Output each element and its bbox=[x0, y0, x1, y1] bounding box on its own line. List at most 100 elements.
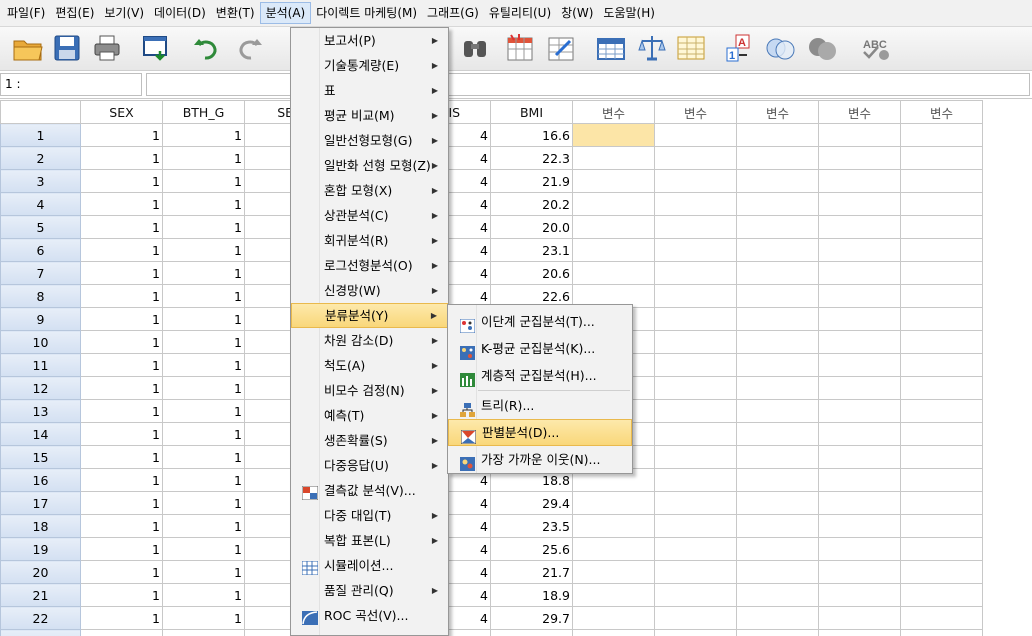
cell-empty[interactable] bbox=[736, 606, 819, 630]
cell-sex[interactable]: 1 bbox=[80, 560, 163, 584]
cell-sex[interactable]: 1 bbox=[80, 307, 163, 331]
cell-empty[interactable] bbox=[818, 307, 901, 331]
cell-empty[interactable] bbox=[818, 215, 901, 239]
cell-empty[interactable] bbox=[572, 514, 655, 538]
cell-empty[interactable] bbox=[818, 468, 901, 492]
cell-empty[interactable] bbox=[818, 284, 901, 308]
cell-bth-g[interactable]: 1 bbox=[162, 468, 245, 492]
menu-8[interactable]: 유틸리티(U) bbox=[484, 2, 556, 24]
cell-bmi[interactable]: 29.7 bbox=[490, 606, 573, 630]
classify-menu-item[interactable]: 판별분석(D)... bbox=[448, 419, 632, 446]
cell-empty[interactable] bbox=[736, 560, 819, 584]
cell-bth-g[interactable]: 1 bbox=[162, 560, 245, 584]
cell-empty[interactable] bbox=[818, 422, 901, 446]
cell-empty[interactable] bbox=[654, 330, 737, 354]
cell-empty[interactable] bbox=[736, 468, 819, 492]
row-header[interactable]: 11 bbox=[0, 353, 81, 377]
menu-3[interactable]: 데이터(D) bbox=[149, 2, 211, 24]
weight-cases-icon[interactable] bbox=[637, 33, 667, 63]
cell-empty[interactable] bbox=[736, 583, 819, 607]
insert-cases-icon[interactable] bbox=[505, 33, 535, 63]
analyze-menu-item[interactable]: 상관분석(C) ▶ bbox=[291, 203, 448, 228]
cell-empty[interactable] bbox=[900, 468, 983, 492]
cell-empty[interactable] bbox=[900, 422, 983, 446]
cell-bmi[interactable]: 25.6 bbox=[490, 537, 573, 561]
cell-empty[interactable] bbox=[736, 169, 819, 193]
row-header[interactable]: 6 bbox=[0, 238, 81, 262]
column-header[interactable]: BTH_G bbox=[162, 100, 245, 124]
cell-bth-g[interactable]: 1 bbox=[162, 215, 245, 239]
analyze-menu-item[interactable]: 척도(A) ▶ bbox=[291, 353, 448, 378]
row-header[interactable]: 9 bbox=[0, 307, 81, 331]
menu-9[interactable]: 창(W) bbox=[556, 2, 598, 24]
cell-empty[interactable] bbox=[654, 261, 737, 285]
cell-empty[interactable] bbox=[736, 146, 819, 170]
cell-bth-g[interactable]: 1 bbox=[162, 123, 245, 147]
cell-empty[interactable] bbox=[818, 192, 901, 216]
cell-empty[interactable] bbox=[654, 445, 737, 469]
analyze-menu-item[interactable]: 평균 비교(M) ▶ bbox=[291, 103, 448, 128]
cell-empty[interactable] bbox=[572, 215, 655, 239]
cell-bth-g[interactable]: 1 bbox=[162, 238, 245, 262]
cell-sex[interactable]: 1 bbox=[80, 422, 163, 446]
cell-sex[interactable]: 1 bbox=[80, 583, 163, 607]
cell-empty[interactable] bbox=[818, 629, 901, 636]
cell-empty[interactable] bbox=[736, 491, 819, 515]
analyze-menu-item[interactable]: 비모수 검정(N) ▶ bbox=[291, 378, 448, 403]
row-header[interactable]: 2 bbox=[0, 146, 81, 170]
menu-1[interactable]: 편집(E) bbox=[50, 2, 99, 24]
cell-empty[interactable] bbox=[654, 215, 737, 239]
row-header[interactable]: 20 bbox=[0, 560, 81, 584]
cell-empty[interactable] bbox=[654, 307, 737, 331]
cell-empty[interactable] bbox=[900, 537, 983, 561]
cell-empty[interactable] bbox=[818, 376, 901, 400]
analyze-menu-item[interactable]: 기술통계량(E) ▶ bbox=[291, 53, 448, 78]
cell-empty[interactable] bbox=[818, 537, 901, 561]
cell-empty[interactable] bbox=[654, 514, 737, 538]
cell-empty[interactable] bbox=[900, 284, 983, 308]
use-variable-sets-icon[interactable] bbox=[765, 33, 795, 63]
row-header[interactable]: 12 bbox=[0, 376, 81, 400]
cell-bth-g[interactable]: 1 bbox=[162, 491, 245, 515]
analyze-menu-item[interactable]: 표 ▶ bbox=[291, 78, 448, 103]
cell-empty[interactable] bbox=[818, 330, 901, 354]
cell-bth-g[interactable]: 1 bbox=[162, 399, 245, 423]
cell-empty[interactable] bbox=[900, 445, 983, 469]
analyze-menu-item[interactable]: 다중응답(U) ▶ bbox=[291, 453, 448, 478]
row-header[interactable]: 19 bbox=[0, 537, 81, 561]
cell-empty[interactable] bbox=[736, 376, 819, 400]
analyze-menu-item[interactable]: 신경망(W) ▶ bbox=[291, 278, 448, 303]
cell-empty[interactable] bbox=[900, 491, 983, 515]
cell-empty[interactable] bbox=[818, 560, 901, 584]
column-header[interactable]: 변수 bbox=[572, 100, 655, 124]
column-header[interactable]: 변수 bbox=[900, 100, 983, 124]
cell-bmi[interactable]: 23.1 bbox=[490, 238, 573, 262]
cell-bmi[interactable]: 29.4 bbox=[490, 491, 573, 515]
cell-empty[interactable] bbox=[80, 629, 163, 636]
cell-empty[interactable] bbox=[900, 583, 983, 607]
redo-icon[interactable] bbox=[234, 33, 264, 63]
cell-empty[interactable] bbox=[900, 376, 983, 400]
cell-bth-g[interactable]: 1 bbox=[162, 330, 245, 354]
cell-empty[interactable] bbox=[818, 606, 901, 630]
cell-empty[interactable] bbox=[654, 376, 737, 400]
column-header[interactable]: 변수 bbox=[654, 100, 737, 124]
cell-empty[interactable] bbox=[818, 514, 901, 538]
row-header[interactable]: 5 bbox=[0, 215, 81, 239]
cell-empty[interactable] bbox=[654, 146, 737, 170]
row-header[interactable]: 13 bbox=[0, 399, 81, 423]
show-all-variables-icon[interactable] bbox=[807, 33, 837, 63]
cell-empty[interactable] bbox=[162, 629, 245, 636]
menu-7[interactable]: 그래프(G) bbox=[422, 2, 484, 24]
analyze-menu-item[interactable]: 다중 대입(T) ▶ bbox=[291, 503, 448, 528]
cell-bth-g[interactable]: 1 bbox=[162, 353, 245, 377]
cell-bmi[interactable]: 20.6 bbox=[490, 261, 573, 285]
cell-empty[interactable] bbox=[572, 583, 655, 607]
menu-4[interactable]: 변환(T) bbox=[211, 2, 260, 24]
cell-empty[interactable] bbox=[572, 606, 655, 630]
cell-bth-g[interactable]: 1 bbox=[162, 445, 245, 469]
analyze-menu-item[interactable]: 시뮬레이션... bbox=[291, 553, 448, 578]
cell-bth-g[interactable]: 1 bbox=[162, 537, 245, 561]
cell-bth-g[interactable]: 1 bbox=[162, 376, 245, 400]
open-folder-icon[interactable] bbox=[12, 33, 43, 63]
